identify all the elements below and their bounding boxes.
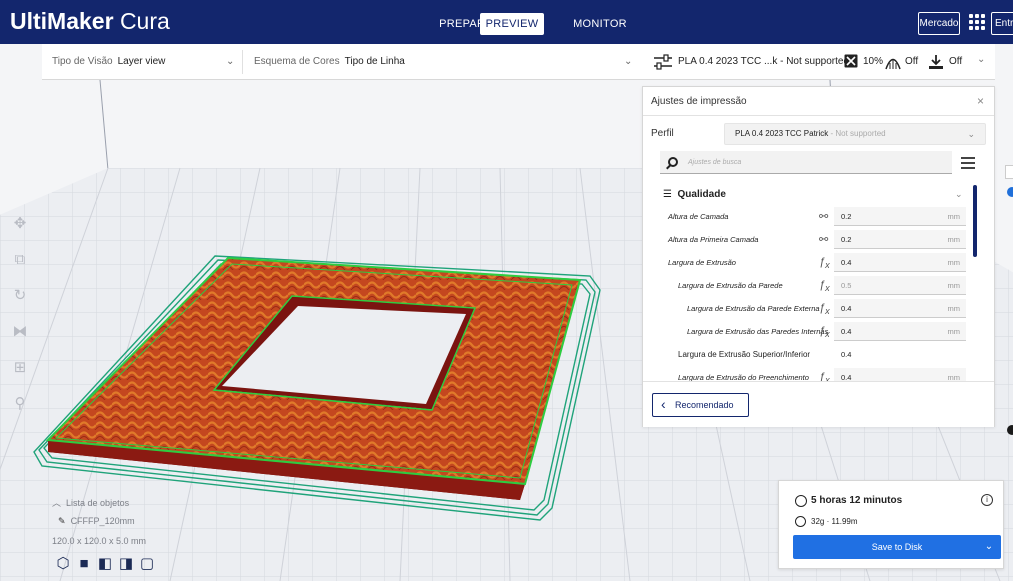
search-icon bbox=[668, 157, 678, 167]
setting-value-field[interactable]: 0.4 mm bbox=[834, 253, 966, 272]
setting-row[interactable]: Largura de Extrusão da Parede ƒx 0.5 mm bbox=[643, 276, 973, 296]
support-blocker-icon[interactable]: ⚲ bbox=[6, 385, 34, 421]
rotate-tool-icon[interactable]: ↻ bbox=[6, 277, 34, 313]
marketplace-button[interactable]: Mercado bbox=[918, 12, 960, 35]
panel-title: Ajustes de impressão bbox=[651, 96, 747, 107]
object-dimensions: 120.0 x 120.0 x 5.0 mm bbox=[52, 536, 147, 546]
apps-grid-icon[interactable] bbox=[969, 14, 985, 30]
left-toolbar: ✥ ⧉ ↻ ⧓ ⊞ ⚲ bbox=[6, 205, 34, 421]
adhesion-icon bbox=[929, 55, 943, 69]
print-settings-panel: Ajustes de impressão × Perfil PLA 0.4 20… bbox=[642, 86, 995, 427]
close-icon[interactable]: × bbox=[977, 94, 984, 108]
side-panel-tab[interactable] bbox=[1005, 165, 1013, 179]
recommended-button[interactable]: Recomendado bbox=[652, 393, 749, 417]
function-icon: ƒx bbox=[819, 279, 830, 294]
chevron-down-icon[interactable]: ⌄ bbox=[955, 189, 963, 200]
profile-label: Perfil bbox=[651, 128, 674, 139]
link-icon: ⚯ bbox=[819, 234, 829, 246]
support-value: Off bbox=[905, 56, 919, 67]
color-scheme-select[interactable]: Esquema de Cores Tipo de Linha bbox=[254, 44, 405, 80]
view-type-select[interactable]: Tipo de Visão Layer view bbox=[52, 44, 165, 80]
view-left-icon[interactable]: ◨ bbox=[118, 556, 134, 572]
layer-slider-handle-bottom[interactable] bbox=[1007, 425, 1013, 435]
setting-value-field[interactable]: 0.2 mm bbox=[834, 230, 966, 249]
layers-icon: ☰ bbox=[663, 189, 672, 200]
panel-footer: Recomendado bbox=[643, 381, 994, 427]
brand-logo: UltiMaker Cura bbox=[10, 8, 170, 34]
view-3d-icon[interactable]: ⬡ bbox=[55, 556, 71, 572]
profile-summary: PLA 0.4 2023 TCC ...k - Not supported bbox=[678, 56, 850, 67]
setting-value-field[interactable]: 0.4 mm bbox=[834, 299, 966, 318]
setting-row[interactable]: Largura de Extrusão ƒx 0.4 mm bbox=[643, 253, 973, 273]
object-list-toggle[interactable]: ︿ Lista de objetos bbox=[52, 496, 129, 509]
setting-value-field[interactable]: 0.4 bbox=[834, 345, 966, 364]
info-icon[interactable]: i bbox=[981, 494, 993, 506]
chevron-up-icon: ︿ bbox=[52, 498, 62, 508]
setting-value-field[interactable]: 0.5 mm bbox=[834, 276, 966, 295]
scale-tool-icon[interactable]: ⧉ bbox=[6, 241, 34, 277]
top-bar: UltiMaker Cura PREPARE PREVIEW MONITOR M… bbox=[0, 0, 1013, 44]
category-qualidade[interactable]: ☰ Qualidade bbox=[663, 189, 726, 200]
move-tool-icon[interactable]: ✥ bbox=[6, 205, 34, 241]
stage-tab-monitor[interactable]: MONITOR bbox=[570, 13, 630, 35]
setting-row[interactable]: Altura da Primeira Camada ⚯ 0.2 mm bbox=[643, 230, 973, 250]
view-options-bar: Tipo de Visão Layer view ⌄ Esquema de Cor… bbox=[42, 44, 645, 80]
view-right-icon[interactable]: ▢ bbox=[139, 556, 155, 572]
print-time: 5 horas 12 minutos bbox=[795, 495, 902, 507]
infill-value: 10% bbox=[863, 56, 884, 67]
layer-slider-handle[interactable] bbox=[1007, 187, 1013, 197]
chevron-down-icon[interactable]: ⌄ bbox=[977, 54, 985, 65]
setting-row[interactable]: Altura de Camada ⚯ 0.2 mm bbox=[643, 207, 973, 227]
stage-tab-preview[interactable]: PREVIEW bbox=[480, 13, 544, 35]
sliders-icon bbox=[654, 54, 672, 70]
chevron-down-icon[interactable]: ⌄ bbox=[226, 44, 234, 80]
setting-row[interactable]: Largura de Extrusão Superior/Inferior 0.… bbox=[643, 345, 973, 365]
link-icon: ⚯ bbox=[819, 211, 829, 223]
adhesion-value: Off bbox=[949, 56, 963, 67]
infill-icon bbox=[844, 54, 858, 68]
save-to-disk-button[interactable]: Save to Disk ⌄ bbox=[793, 535, 1001, 559]
setting-row[interactable]: Largura de Extrusão das Paredes Internas… bbox=[643, 322, 973, 342]
camera-view-buttons: ⬡ ■ ◧ ◨ ▢ bbox=[55, 556, 155, 572]
settings-menu-icon[interactable] bbox=[961, 157, 975, 172]
function-icon: ƒx bbox=[819, 302, 830, 317]
chevron-down-icon[interactable]: ⌄ bbox=[624, 44, 632, 80]
settings-scrollbar[interactable] bbox=[973, 185, 977, 257]
view-front-icon[interactable]: ■ bbox=[76, 556, 92, 572]
settings-search-input[interactable]: Ajustes de busca bbox=[660, 151, 952, 174]
signin-button[interactable]: Entrar bbox=[991, 12, 1013, 35]
view-top-icon[interactable]: ◧ bbox=[97, 556, 113, 572]
print-output-panel: 5 horas 12 minutos i 32g · 11.99m Save t… bbox=[778, 480, 1004, 569]
setting-row[interactable]: Largura de Extrusão da Parede Externa ƒx… bbox=[643, 299, 973, 319]
function-icon: ƒx bbox=[819, 256, 830, 271]
material-estimate: 32g · 11.99m bbox=[795, 516, 858, 527]
panel-header: Ajustes de impressão × bbox=[643, 87, 994, 116]
profile-select[interactable]: PLA 0.4 2023 TCC Patrick - Not supported… bbox=[724, 123, 986, 145]
object-list-item[interactable]: ✎ CFFFP_120mm bbox=[58, 516, 135, 527]
chevron-down-icon: ⌄ bbox=[967, 129, 975, 139]
setting-value-field[interactable]: 0.4 mm bbox=[834, 322, 966, 341]
setting-value-field[interactable]: 0.2 mm bbox=[834, 207, 966, 226]
chevron-down-icon[interactable]: ⌄ bbox=[977, 535, 1001, 559]
mirror-tool-icon[interactable]: ⧓ bbox=[6, 313, 34, 349]
pencil-icon: ✎ bbox=[58, 516, 66, 526]
print-settings-bar[interactable]: PLA 0.4 2023 TCC ...k - Not supported 10… bbox=[645, 44, 995, 80]
support-icon bbox=[885, 58, 901, 70]
per-model-settings-icon[interactable]: ⊞ bbox=[6, 349, 34, 385]
function-icon: ƒx bbox=[819, 325, 830, 340]
